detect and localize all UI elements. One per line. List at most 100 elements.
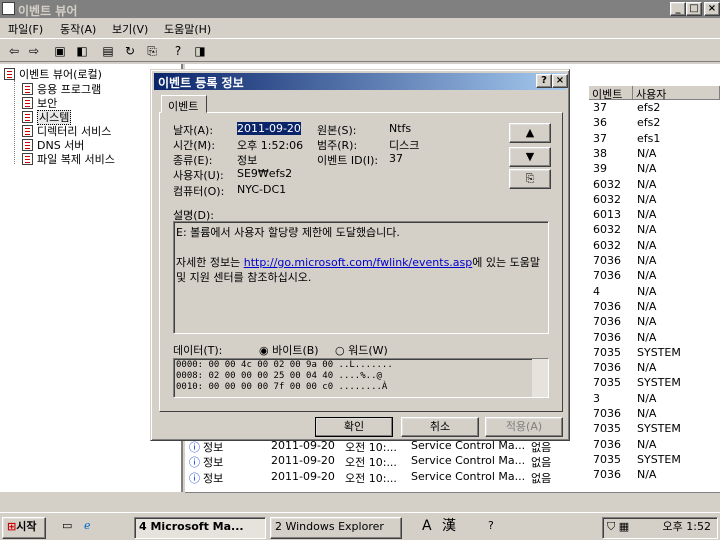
hex-line: 0008: 02 00 00 00 25 00 04 40 ....%..@ xyxy=(176,371,382,381)
menu-file[interactable]: 파일(F) xyxy=(8,21,43,37)
help-icon[interactable]: ? xyxy=(484,517,494,539)
copy-icon: ⎘ xyxy=(525,172,535,185)
ime-hanja-indicator[interactable]: 漢 xyxy=(438,517,456,539)
menu-view[interactable]: 보기(V) xyxy=(112,21,148,37)
event-id-cell: 7036 xyxy=(593,361,621,375)
radio-words[interactable]: ○ 워드(W) xyxy=(335,342,388,358)
windows-logo-icon: ⊞ xyxy=(7,520,17,533)
arrow-up-icon: ▲ xyxy=(525,126,535,139)
event-id-cell: 7035 xyxy=(593,422,621,436)
tree-item-application[interactable]: 응용 프로그램 xyxy=(22,81,101,96)
event-id-cell: 7036 xyxy=(593,407,621,420)
event-id-cell: 7036 xyxy=(593,269,621,283)
description-link[interactable]: http://go.microsoft.com/fwlink/events.as… xyxy=(244,256,473,269)
properties-icon[interactable]: ▤ xyxy=(100,43,116,59)
tree-item-system[interactable]: 시스템 xyxy=(22,109,72,125)
event-viewer-icon xyxy=(4,68,15,80)
app-icon xyxy=(2,2,15,15)
data-label: 데이터(T): xyxy=(173,344,223,357)
menu-action[interactable]: 동작(A) xyxy=(60,21,96,37)
list-cell-date: 2011-09-20 xyxy=(271,439,335,452)
category-value: 디스크 xyxy=(389,139,420,152)
column-header-user[interactable]: 사용자 xyxy=(633,86,720,101)
dialog-close-button[interactable]: × xyxy=(552,74,568,88)
event-id-label: 이벤트 ID(I): xyxy=(317,154,379,167)
list-cell-source: Service Control Ma... xyxy=(411,454,526,468)
copy-button[interactable]: ⎘ xyxy=(509,169,551,189)
log-icon xyxy=(22,111,33,123)
list-cell-category: 없음 xyxy=(531,441,552,454)
network-icon[interactable]: ▦ xyxy=(619,520,629,533)
tree-item-dns-server[interactable]: DNS 서버 xyxy=(22,137,84,152)
ime-mode-indicator[interactable]: A xyxy=(418,517,432,539)
user-cell: N/A xyxy=(637,269,657,283)
log-icon xyxy=(22,153,33,165)
up-folder-icon[interactable]: ▣ xyxy=(52,43,68,59)
start-button[interactable]: ⊞시작 xyxy=(2,517,46,539)
taskbar-button-explorer[interactable]: 2 Windows Explorer xyxy=(270,517,402,539)
next-event-button[interactable]: ▼ xyxy=(509,147,551,167)
back-icon[interactable]: ⇦ xyxy=(6,43,22,59)
description-line-1: E: 볼륨에서 사용자 할당량 제한에 도달했습니다. xyxy=(176,226,400,239)
list-cell-type: 정보 xyxy=(203,471,224,485)
list-cell-date: 2011-09-20 xyxy=(271,469,335,483)
log-icon xyxy=(22,83,33,95)
event-properties-dialog: 이벤트 등록 정보 ? × 이벤트 날자(A): 2011-09-20 원본(S… xyxy=(150,69,570,441)
forward-icon[interactable]: ⇨ xyxy=(26,43,42,59)
menu-help[interactable]: 도움말(H) xyxy=(164,21,211,37)
internet-explorer-icon[interactable]: ℯ xyxy=(80,517,91,539)
event-id-cell: 4 xyxy=(593,284,600,298)
tree-item-file-replication[interactable]: 파일 복제 서비스 xyxy=(22,151,115,166)
maximize-button[interactable]: □ xyxy=(686,2,702,16)
user-cell: N/A xyxy=(637,361,657,375)
event-id-cell: 7035 xyxy=(593,452,621,466)
radio-bytes[interactable]: ◉ 바이트(B) xyxy=(259,342,319,358)
ok-button[interactable]: 확인 xyxy=(315,417,393,437)
menu-bar: 파일(F) 동작(A) 보기(V) 도움말(H) xyxy=(0,18,720,38)
close-button[interactable]: × xyxy=(704,2,720,16)
export-icon[interactable]: ⎘ xyxy=(144,43,160,59)
tree-root[interactable]: 이벤트 뷰어(로컬) xyxy=(4,66,102,81)
event-id-cell: 7036 xyxy=(593,299,621,313)
previous-event-button[interactable]: ▲ xyxy=(509,123,551,143)
user-cell: N/A xyxy=(637,238,657,252)
event-id-cell: 3 xyxy=(593,391,600,405)
show-desktop-icon[interactable]: ▭ xyxy=(58,517,72,539)
user-cell: N/A xyxy=(637,315,657,329)
minimize-button[interactable]: _ xyxy=(670,2,686,16)
tree-item-security[interactable]: 보안 xyxy=(22,95,57,110)
column-header-event[interactable]: 이벤트 xyxy=(589,86,633,101)
user-cell: efs2 xyxy=(637,116,661,130)
help-icon[interactable]: ? xyxy=(170,43,186,59)
tab-event[interactable]: 이벤트 xyxy=(161,95,207,113)
event-id-cell: 6032 xyxy=(593,223,621,237)
arrow-down-icon: ▼ xyxy=(525,150,535,163)
description-box[interactable]: E: 볼륨에서 사용자 할당량 제한에 도달했습니다. 자세한 정보는 http… xyxy=(173,221,549,334)
hex-scrollbar[interactable] xyxy=(532,359,548,397)
user-cell: SYSTEM xyxy=(637,422,681,436)
data-hex-box[interactable]: 0000: 00 00 4c 00 02 00 9a 00 ..L.......… xyxy=(173,358,549,398)
dialog-help-button[interactable]: ? xyxy=(536,74,552,88)
log-icon xyxy=(22,125,33,137)
refresh-icon[interactable]: ↻ xyxy=(122,43,138,59)
time-value: 오후 1:52:06 xyxy=(237,139,304,152)
system-tray: ⛉ ▦ 오후 1:52 xyxy=(602,517,718,539)
event-id-cell: 37 xyxy=(593,101,607,114)
tree-item-directory-service[interactable]: 디렉터리 서비스 xyxy=(22,123,111,138)
taskbar-button-mmc[interactable]: 4 Microsoft Ma... xyxy=(134,517,266,539)
user-cell: N/A xyxy=(637,468,657,482)
cancel-button[interactable]: 취소 xyxy=(401,417,479,437)
security-shield-icon[interactable]: ⛉ xyxy=(607,520,615,533)
user-cell: efs1 xyxy=(637,131,661,145)
event-id-cell: 6013 xyxy=(593,208,621,222)
horizontal-scrollbar[interactable] xyxy=(185,492,720,508)
apply-button[interactable]: 적용(A) xyxy=(485,417,563,437)
console-icon[interactable]: ◨ xyxy=(192,43,208,59)
date-label: 날자(A): xyxy=(173,124,214,137)
event-id-cell: 6032 xyxy=(593,238,621,252)
info-icon: ⓘ xyxy=(189,441,200,454)
date-value: 2011-09-20 xyxy=(237,122,301,135)
tree-line xyxy=(14,80,15,164)
event-id-cell: 7036 xyxy=(593,315,621,329)
show-tree-icon[interactable]: ◧ xyxy=(74,43,90,59)
